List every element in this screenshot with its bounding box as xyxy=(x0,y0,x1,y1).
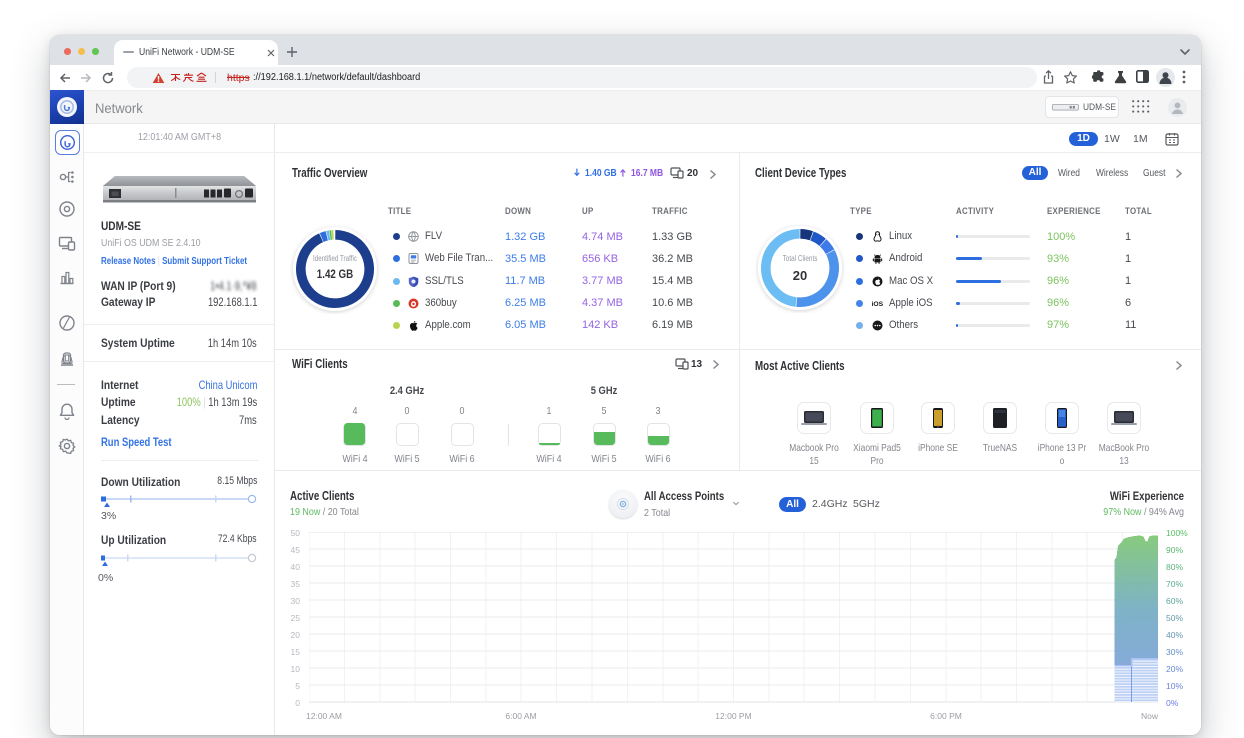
svg-text:iOS: iOS xyxy=(872,301,884,308)
